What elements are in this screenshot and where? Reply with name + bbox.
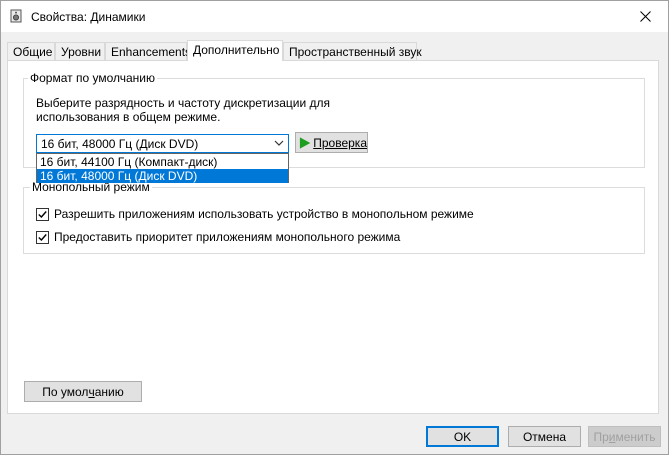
tab-levels[interactable]: Уровни (55, 42, 105, 60)
close-button[interactable] (622, 1, 668, 32)
chevron-down-icon (274, 140, 284, 146)
properties-dialog: Свойства: Динамики Общие Уровни Enhancem… (0, 0, 669, 455)
format-select-value: 16 бит, 48000 Гц (Диск DVD) (41, 137, 199, 151)
restore-defaults-button[interactable]: По умол ч анию (24, 381, 142, 402)
apply-label-part: Пр (593, 429, 609, 444)
tab-enhancements[interactable]: Enhancements (105, 42, 191, 60)
tab-general[interactable]: Общие (7, 42, 55, 60)
restore-defaults-label-part: По умол (42, 384, 89, 399)
test-button[interactable]: Проверка (295, 132, 368, 153)
exclusive-allow-row[interactable]: Разрешить приложениям использовать устро… (36, 207, 474, 221)
title-bar: Свойства: Динамики (1, 1, 668, 32)
exclusive-priority-checkbox[interactable] (36, 230, 49, 244)
format-option[interactable]: 16 бит, 44100 Гц (Компакт-диск) (37, 155, 288, 169)
test-button-label: Проверка (313, 135, 367, 150)
cancel-button[interactable]: Отмена (508, 426, 581, 447)
speaker-icon (10, 9, 22, 23)
window-title: Свойства: Динамики (31, 10, 146, 24)
default-format-label: Формат по умолчанию (28, 71, 157, 85)
restore-defaults-label-part: анию (94, 384, 124, 399)
tab-spatial-sound[interactable]: Пространственный звук (283, 42, 422, 60)
checkmark-icon (38, 210, 47, 218)
close-icon (639, 11, 651, 22)
tab-advanced[interactable]: Дополнительно (187, 40, 283, 61)
apply-accel: и (608, 429, 616, 444)
exclusive-allow-label: Разрешить приложениям использовать устро… (54, 207, 474, 221)
default-format-description: Выберите разрядность и частоту дискретиз… (36, 96, 331, 124)
exclusive-allow-checkbox[interactable] (36, 207, 49, 221)
format-option-selected[interactable]: 16 бит, 48000 Гц (Диск DVD) (37, 169, 288, 183)
exclusive-priority-label: Предоставить приоритет приложениям моноп… (54, 230, 401, 244)
apply-label-part: менить (615, 429, 656, 444)
checkmark-icon (38, 233, 47, 241)
apply-button[interactable]: Пр и менить (588, 426, 661, 447)
format-dropdown-list: 16 бит, 44100 Гц (Компакт-диск) 16 бит, … (36, 153, 289, 183)
ok-button[interactable]: OK (426, 426, 499, 447)
exclusive-priority-row[interactable]: Предоставить приоритет приложениям моноп… (36, 230, 400, 244)
play-icon (299, 136, 311, 149)
format-select[interactable]: 16 бит, 48000 Гц (Диск DVD) (36, 134, 289, 153)
